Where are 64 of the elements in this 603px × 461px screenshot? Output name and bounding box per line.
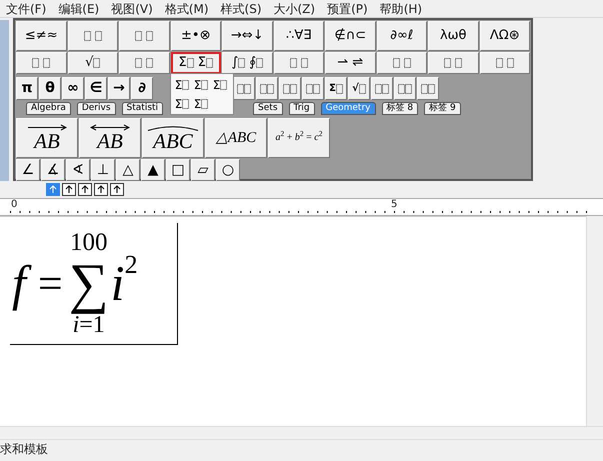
symbol-button[interactable]: π: [16, 77, 38, 100]
ruler-label: 5: [391, 199, 398, 210]
symbol-button[interactable]: ▲: [141, 159, 165, 181]
template-button[interactable]: AB: [16, 118, 78, 158]
palette-tab[interactable]: Algebra: [26, 102, 71, 115]
symbol-button[interactable]: ∢: [66, 159, 90, 181]
equation-text: ∑: [68, 255, 109, 314]
template-button[interactable]: Σ: [325, 77, 347, 100]
template-button[interactable]: Σ: [192, 95, 210, 113]
menu-item[interactable]: 帮助(H): [374, 0, 428, 17]
symbol-button[interactable]: →⇔↓: [222, 21, 272, 51]
symbol-button[interactable]: ∉∩⊂: [325, 21, 376, 51]
template-button[interactable]: Σ: [173, 95, 191, 113]
template-button[interactable]: ABC: [142, 118, 204, 158]
template-button[interactable]: Σ Σ: [170, 52, 221, 74]
symbol-button[interactable]: ○: [216, 159, 240, 181]
menu-item[interactable]: 预置(P): [321, 0, 374, 17]
symbol-button[interactable]: ∂: [131, 77, 153, 100]
template-button[interactable]: √: [348, 77, 370, 100]
equation-text: i=1: [72, 314, 105, 336]
symbol-button[interactable]: ∠: [16, 159, 40, 181]
symbol-button[interactable]: □: [166, 159, 190, 181]
equation-text: 100: [70, 231, 108, 256]
symbol-button[interactable]: ΛΩ⊛: [480, 21, 530, 51]
template-button[interactable]: AB: [79, 118, 141, 158]
template-button[interactable]: ∫ ∮: [222, 52, 272, 74]
equation-text: i: [110, 254, 125, 313]
symbol-button[interactable]: ⊥: [91, 159, 115, 181]
status-text: 求和模板: [0, 439, 603, 458]
equation-text: =: [38, 258, 63, 310]
symbol-button[interactable]: △: [116, 159, 140, 181]
symbol-button[interactable]: ▱: [191, 159, 215, 181]
palette-tab[interactable]: Statisti: [122, 102, 164, 115]
equation-text: f: [10, 252, 32, 315]
symbol-button[interactable]: λωθ: [428, 21, 478, 51]
symbol-button[interactable]: ∂∞ℓ: [376, 21, 427, 51]
palette-tab[interactable]: Derivs: [76, 102, 116, 115]
menu-item[interactable]: 大小(Z): [268, 0, 322, 17]
symbol-button[interactable]: ≤≠≈: [16, 21, 66, 51]
template-button[interactable]: √: [68, 52, 118, 74]
symbol-button[interactable]: ±•⊗: [170, 21, 221, 51]
template-button[interactable]: Σ: [173, 76, 191, 94]
palette-tab[interactable]: 标签 9: [424, 102, 461, 115]
symbol-button[interactable]: ∞: [62, 77, 84, 100]
symbol-button[interactable]: ∡: [41, 159, 65, 181]
symbol-button[interactable]: →: [108, 77, 130, 100]
menu-item[interactable]: 编辑(E): [52, 0, 106, 17]
menu-item[interactable]: 文件(F): [0, 0, 52, 17]
menu-item[interactable]: 样式(S): [214, 0, 268, 17]
palette-tab[interactable]: Trig: [288, 102, 315, 115]
menu-item[interactable]: 视图(V): [105, 0, 159, 17]
palette-tab[interactable]: 标签 8: [382, 102, 418, 115]
template-button[interactable]: △ABC: [205, 118, 267, 158]
equation-text: 2: [124, 249, 138, 281]
palette-tab[interactable]: Sets: [253, 102, 283, 115]
template-button[interactable]: Σ: [211, 76, 229, 94]
template-button[interactable]: Σ: [192, 76, 210, 94]
symbol-button[interactable]: θ: [39, 77, 61, 100]
ruler-label: 0: [11, 199, 18, 210]
symbol-button[interactable]: ∴∀∃: [274, 21, 324, 51]
symbol-button[interactable]: ⇀ ⇌: [325, 52, 376, 74]
formula-template-button[interactable]: a$^{2}$ + b$^{2}$ = c$^{2}$: [268, 118, 330, 158]
symbol-button[interactable]: ∈: [85, 77, 107, 100]
menu-item[interactable]: 格式(M): [158, 0, 215, 17]
